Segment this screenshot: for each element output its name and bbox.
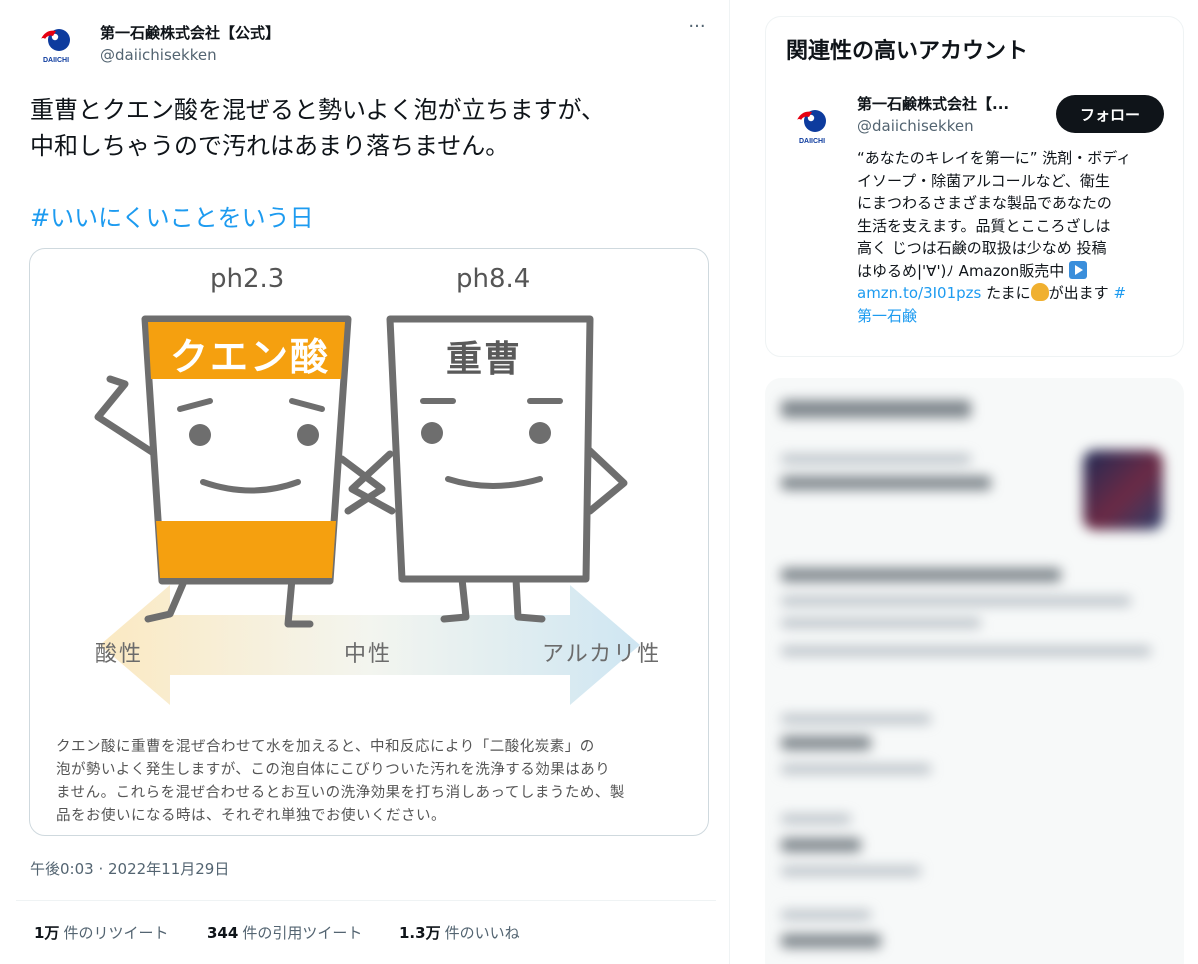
related-accounts-title: 関連性の高いアカウント — [786, 39, 1029, 64]
caption-line: 品をお使いになる時は、それぞれ単独でお使いください。 — [56, 808, 446, 824]
blurred-text — [781, 814, 851, 824]
blurred-text — [781, 910, 871, 920]
ph-label-soda: ph8.4 — [456, 264, 531, 294]
scale-alkaline: アルカリ性 — [542, 642, 662, 667]
follow-button[interactable]: フォロー — [1056, 95, 1164, 133]
bio-line-link: amzn.to/3I01pzs たまに が出ます # — [857, 282, 1169, 305]
bio-line: はゆるめ|'∀')ﾉ Amazon販売中 — [857, 261, 1065, 280]
citric-acid-label: クエン酸 — [170, 335, 331, 379]
bio-link[interactable]: amzn.to/3I01pzs — [857, 284, 981, 302]
bio-hashtag[interactable]: 第一石鹸 — [857, 307, 917, 325]
bio-line: 生活を支えます。品質とこころざしは — [857, 216, 1111, 235]
hashtag-link[interactable]: #いいにくいことをいう日 — [30, 198, 314, 233]
play-button-icon — [1069, 260, 1088, 279]
tweet-timestamp[interactable]: 午後0:03 · 2022年11月29日 — [30, 858, 229, 879]
account-handle[interactable]: @daiichisekken — [857, 117, 974, 135]
author-avatar[interactable]: DAIICHI — [32, 20, 80, 68]
related-accounts-card: 関連性の高いアカウント DAIICHI 第一石鹸株式会社【... @daiich… — [765, 16, 1184, 357]
cat-emoji-icon — [1030, 283, 1049, 301]
quote-count[interactable]: 344 件の引用ツイート — [207, 922, 362, 943]
logo-text: DAIICHI — [43, 57, 69, 64]
tweet-text-line: 重曹とクエン酸を混ぜると勢いよく泡が立ちますが、 — [30, 96, 606, 124]
tweet-text: 重曹とクエン酸を混ぜると勢いよく泡が立ちますが、 中和しちゃうので汚れはあまり落… — [30, 92, 720, 164]
bio-line: にまつわるさまざまな製品であなたの — [857, 194, 1112, 212]
caption-line: クエン酸に重曹を混ぜ合わせて水を加えると、中和反応により「二酸化炭素」の — [56, 739, 595, 755]
scale-acid: 酸性 — [95, 642, 144, 667]
tweet-column: DAIICHI 第一石鹸株式会社【公式】 @daiichisekken ··· … — [0, 0, 730, 964]
blurred-text — [781, 764, 931, 774]
bio-line: イソープ・除菌アルコールなど、衛生 — [857, 171, 1110, 190]
trends-card-blurred — [765, 378, 1184, 964]
daiichi-logo-icon: DAIICHI — [40, 29, 70, 64]
bio-line-hashtag: 第一石鹸 — [857, 305, 1169, 328]
retweet-count-value: 1万 — [34, 924, 60, 942]
bio-text: たまに — [981, 284, 1031, 302]
ph-label-acid: ph2.3 — [210, 264, 285, 294]
author-name[interactable]: 第一石鹸株式会社【公式】 — [100, 22, 280, 43]
retweet-count[interactable]: 1万 件のリツイート — [34, 922, 168, 943]
bio-line-amazon: はゆるめ|'∀')ﾉ Amazon販売中 — [857, 260, 1169, 283]
blurred-text — [781, 714, 931, 724]
like-count-value: 1.3万 — [399, 924, 441, 942]
baking-soda-label: 重曹 — [446, 339, 523, 380]
blurred-text — [781, 596, 1131, 606]
blurred-text — [781, 838, 861, 852]
quote-count-value: 344 — [207, 924, 239, 942]
bio-line: “あなたのキレイを第一に” 洗剤・ボディ — [857, 149, 1132, 167]
bio-line: 高く じつは石鹸の取扱は少なめ 投稿 — [857, 239, 1107, 257]
more-dots-icon[interactable]: ··· — [686, 18, 708, 42]
daiichi-logo-icon: DAIICHI — [796, 110, 826, 145]
blurred-text — [781, 454, 971, 464]
logo-text: DAIICHI — [799, 138, 825, 145]
linked-arms — [338, 450, 396, 515]
like-count-label: 件のいいね — [444, 924, 520, 942]
caption-line: ません。これらを混ぜ合わせるとお互いの洗浄効果を打ち消しあってしまうため、製 — [56, 785, 625, 801]
blurred-thumbnail — [1083, 450, 1163, 530]
bio-text: が出ます — [1048, 284, 1114, 302]
blurred-text — [781, 866, 921, 876]
blurred-text — [781, 934, 881, 948]
account-name[interactable]: 第一石鹸株式会社【... — [857, 93, 1037, 114]
tweet-text-line: 中和しちゃうので汚れはあまり落ちません。 — [30, 132, 510, 160]
like-count[interactable]: 1.3万 件のいいね — [399, 922, 520, 943]
bio-hashtag[interactable]: # — [1113, 284, 1126, 302]
scale-neutral: 中性 — [344, 642, 393, 667]
author-handle[interactable]: @daiichisekken — [100, 46, 217, 64]
quote-count-label: 件の引用ツイート — [242, 924, 363, 942]
blurred-text — [781, 476, 991, 490]
blurred-text — [781, 568, 1061, 582]
blurred-content — [765, 378, 1184, 964]
illustration-caption: クエン酸に重曹を混ぜ合わせて水を加えると、中和反応により「二酸化炭素」の 泡が勢… — [56, 736, 696, 828]
retweet-count-label: 件のリツイート — [63, 924, 169, 942]
account-avatar[interactable]: DAIICHI — [788, 101, 836, 149]
divider — [16, 900, 716, 901]
blurred-text — [781, 736, 871, 750]
caption-line: 泡が勢いよく発生しますが、この泡自体にこびりついた汚れを洗浄する効果はあり — [56, 762, 611, 778]
account-bio: “あなたのキレイを第一に” 洗剤・ボディ イソープ・除菌アルコールなど、衛生 に… — [857, 147, 1169, 327]
blurred-text — [781, 618, 981, 628]
blurred-text — [781, 646, 1151, 656]
blurred-title — [781, 400, 971, 418]
